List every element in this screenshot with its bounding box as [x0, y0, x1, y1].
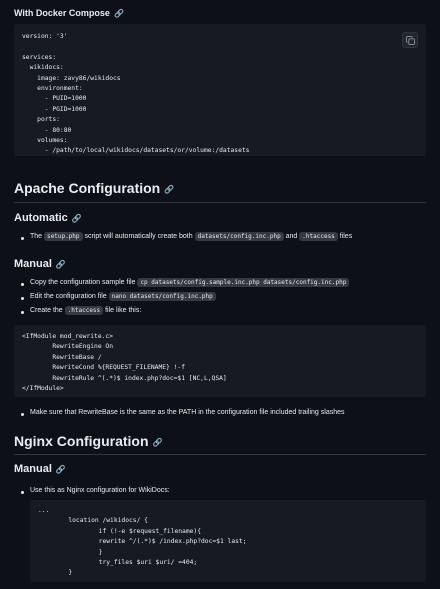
manual-step-2: Edit the configuration file nano dataset…	[30, 292, 216, 301]
nginx-code-block: ... location /wikidocs/ { if (!-e $reque…	[30, 500, 426, 582]
inline-code: nano datasets/config.inc.php	[108, 292, 216, 301]
link-icon[interactable]: 🔗	[56, 260, 66, 269]
htaccess-code-block: <IfModule mod_rewrite.c> RewriteEngine O…	[14, 325, 426, 397]
link-icon[interactable]: 🔗	[153, 438, 163, 447]
bullet	[21, 237, 24, 240]
link-icon[interactable]: 🔗	[72, 214, 82, 223]
bullet	[21, 491, 24, 494]
bullet	[21, 297, 24, 300]
bullet	[21, 283, 24, 286]
bullet	[21, 311, 24, 314]
compose-code: version: '3' services: wikidocs: image: …	[22, 33, 250, 155]
nginx-manual-heading: Manual 🔗	[14, 463, 66, 475]
inline-code: .htaccess	[64, 306, 104, 315]
rewritebase-note: Make sure that RewriteBase is the same a…	[30, 409, 345, 416]
apache-manual-heading: Manual 🔗	[14, 258, 66, 270]
nginx-line: Use this as Nginx configuration for Wiki…	[30, 487, 170, 494]
inline-code: cp datasets/config.sample.inc.php datase…	[137, 278, 350, 287]
compose-code-block: version: '3' services: wikidocs: image: …	[14, 24, 426, 156]
apache-heading: Apache Configuration 🔗	[14, 180, 175, 196]
inline-code: datasets/config.inc.php	[194, 232, 284, 241]
copy-icon	[406, 36, 415, 45]
nginx-heading: Nginx Configuration 🔗	[14, 433, 163, 449]
bullet	[21, 413, 24, 416]
link-icon[interactable]: 🔗	[114, 9, 124, 18]
apache-automatic-heading: Automatic 🔗	[14, 212, 82, 224]
copy-button[interactable]	[402, 32, 418, 48]
nginx-code: ... location /wikidocs/ { if (!-e $reque…	[38, 507, 247, 577]
inline-code: .htaccess	[299, 232, 338, 241]
manual-step-1: Copy the configuration sample file cp da…	[30, 278, 350, 287]
compose-heading: With Docker Compose 🔗	[14, 8, 124, 19]
inline-code: setup.php	[44, 232, 83, 241]
divider	[14, 202, 426, 203]
link-icon[interactable]: 🔗	[164, 185, 174, 194]
manual-step-3: Create the .htaccess file like this:	[30, 306, 142, 315]
link-icon[interactable]: 🔗	[56, 465, 66, 474]
automatic-line: The setup.php script will automatically …	[30, 232, 353, 241]
divider	[14, 454, 426, 455]
htaccess-code: <IfModule mod_rewrite.c> RewriteEngine O…	[22, 333, 227, 393]
